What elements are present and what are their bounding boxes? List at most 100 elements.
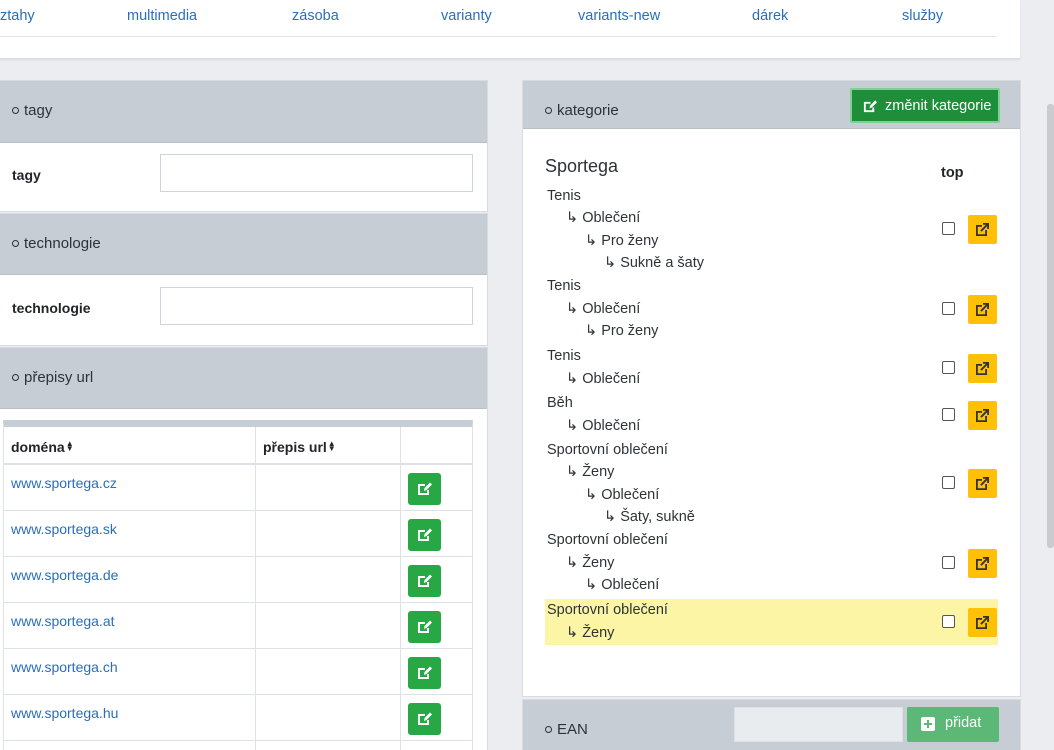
top-checkbox[interactable] xyxy=(942,408,955,421)
edit-icon xyxy=(418,528,432,541)
external-link-icon xyxy=(976,409,989,422)
category-node: Oblečení xyxy=(582,301,641,317)
category-node: Oblečení xyxy=(582,371,641,387)
edit-button[interactable] xyxy=(408,473,441,505)
top-checkbox[interactable] xyxy=(942,302,955,315)
tab-sluzby[interactable]: služby xyxy=(902,8,943,24)
category-node: Pro ženy xyxy=(601,233,659,249)
tab-multimedia[interactable]: multimedia xyxy=(127,8,197,24)
table-row: www.sportega.de xyxy=(4,557,472,603)
category-node: Sportovní oblečení xyxy=(547,442,668,458)
category-path: Tenis ↳ Oblečení xyxy=(545,347,998,393)
top-checkbox[interactable] xyxy=(942,556,955,569)
table-row: www.sportega.ch xyxy=(4,649,472,695)
tab-variants-new[interactable]: variants-new xyxy=(578,8,660,24)
edit-button[interactable] xyxy=(408,703,441,735)
ean-input[interactable] xyxy=(734,707,903,742)
column-header-rewrite[interactable]: přepis url▲ ▼ xyxy=(256,427,400,465)
url-rewrite-table: doména▲ ▼ přepis url▲ ▼ www.sportega.cz ww… xyxy=(3,420,473,750)
category-node: Oblečení xyxy=(601,487,660,503)
category-node: Běh xyxy=(547,395,573,411)
categories-panel: kategorie změnit kategorie Sportega top … xyxy=(522,80,1021,697)
open-category-button[interactable] xyxy=(968,215,997,244)
subcategory-arrow-icon: ↳ xyxy=(566,464,583,480)
category-node: Šaty, sukně xyxy=(620,509,695,525)
subcategory-arrow-icon: ↳ xyxy=(566,210,583,226)
domain-link[interactable]: www.sportega.de xyxy=(11,567,118,583)
product-tabs: ztahy multimedia zásoba varianty variant… xyxy=(0,0,997,37)
edit-button[interactable] xyxy=(408,611,441,643)
subcategory-arrow-icon: ↳ xyxy=(585,487,602,503)
sort-icon: ▲ ▼ xyxy=(65,439,74,453)
technology-input[interactable] xyxy=(160,287,473,325)
bullet-icon xyxy=(12,240,19,247)
open-category-button[interactable] xyxy=(968,549,997,578)
open-category-button[interactable] xyxy=(968,295,997,324)
external-link-icon xyxy=(976,303,989,316)
edit-button[interactable] xyxy=(408,657,441,689)
domain-link[interactable]: www.sportega.hu xyxy=(11,705,118,721)
edit-button[interactable] xyxy=(408,565,441,597)
top-checkbox[interactable] xyxy=(942,615,955,628)
domain-link[interactable]: www.sportega.sk xyxy=(11,521,117,537)
category-path: Běh ↳ Oblečení xyxy=(545,394,998,440)
url-rewrite-panel-header: přepisy url xyxy=(0,348,487,409)
tab-zasoba[interactable]: zásoba xyxy=(292,8,339,24)
edit-button[interactable] xyxy=(408,519,441,551)
top-checkbox[interactable] xyxy=(942,361,955,374)
change-categories-label: změnit kategorie xyxy=(885,98,992,114)
technology-panel-header: technologie xyxy=(0,214,487,275)
table-row: www.sportega.hu xyxy=(4,695,472,741)
external-link-icon xyxy=(976,362,989,375)
edit-icon xyxy=(418,712,432,725)
table-row: www.sportega.sk xyxy=(4,511,472,557)
sort-icon: ▲ ▼ xyxy=(327,439,336,453)
subcategory-arrow-icon: ↳ xyxy=(585,233,602,249)
category-node: Ženy xyxy=(582,625,615,641)
category-node: Ženy xyxy=(582,464,615,480)
ean-panel-title: EAN xyxy=(557,721,588,738)
category-node: Oblečení xyxy=(601,577,660,593)
category-node: Ženy xyxy=(582,555,615,571)
edit-icon xyxy=(863,100,878,113)
category-path: Sportovní oblečení ↳ Ženy ↳ Oblečení ↳ Š… xyxy=(545,441,998,531)
domain-link[interactable]: www.sportega.cz xyxy=(11,475,117,491)
column-header-domain[interactable]: doména▲ ▼ xyxy=(4,427,255,465)
edit-icon xyxy=(418,620,432,633)
subcategory-arrow-icon: ↳ xyxy=(566,625,583,641)
domain-link[interactable]: www.sportega.at xyxy=(11,613,115,629)
technology-label: technologie xyxy=(12,300,91,316)
tags-input[interactable] xyxy=(160,154,473,192)
category-path-highlighted: Sportovní oblečení ↳ Ženy xyxy=(545,599,998,645)
open-category-button[interactable] xyxy=(968,401,997,430)
table-row: www.sportega.at xyxy=(4,603,472,649)
tab-ztahy[interactable]: ztahy xyxy=(0,8,35,24)
page-scrollbar[interactable] xyxy=(1047,104,1054,548)
add-ean-button[interactable]: přidat xyxy=(907,707,999,742)
top-checkbox[interactable] xyxy=(942,476,955,489)
subcategory-arrow-icon: ↳ xyxy=(566,555,583,571)
tab-darek[interactable]: dárek xyxy=(752,8,788,24)
open-category-button[interactable] xyxy=(968,608,997,637)
top-checkbox[interactable] xyxy=(942,222,955,235)
tags-panel: tagy tagy xyxy=(0,80,488,212)
column-header-actions xyxy=(401,427,472,465)
external-link-icon xyxy=(976,223,989,236)
category-node: Sportovní oblečení xyxy=(547,532,668,548)
category-path: Sportovní oblečení ↳ Ženy ↳ Oblečení xyxy=(545,532,998,600)
category-node: Tenis xyxy=(547,348,581,364)
category-node: Oblečení xyxy=(582,418,641,434)
tags-panel-header: tagy xyxy=(0,81,487,143)
add-ean-label: přidat xyxy=(945,715,982,731)
change-categories-button[interactable]: změnit kategorie xyxy=(850,88,1000,123)
categories-panel-header: kategorie změnit kategorie xyxy=(523,81,1020,129)
domain-link[interactable]: www.sportega.ch xyxy=(11,659,118,675)
category-node: Sukně a šaty xyxy=(620,255,705,271)
open-category-button[interactable] xyxy=(968,354,997,383)
technology-panel: technologie technologie xyxy=(0,213,488,346)
tab-varianty[interactable]: varianty xyxy=(441,8,492,24)
category-path: Tenis ↳ Oblečení ↳ Pro ženy ↳ Sukně a ša… xyxy=(545,187,998,277)
open-category-button[interactable] xyxy=(968,469,997,498)
bullet-icon xyxy=(545,726,552,733)
subcategory-arrow-icon: ↳ xyxy=(604,509,621,525)
